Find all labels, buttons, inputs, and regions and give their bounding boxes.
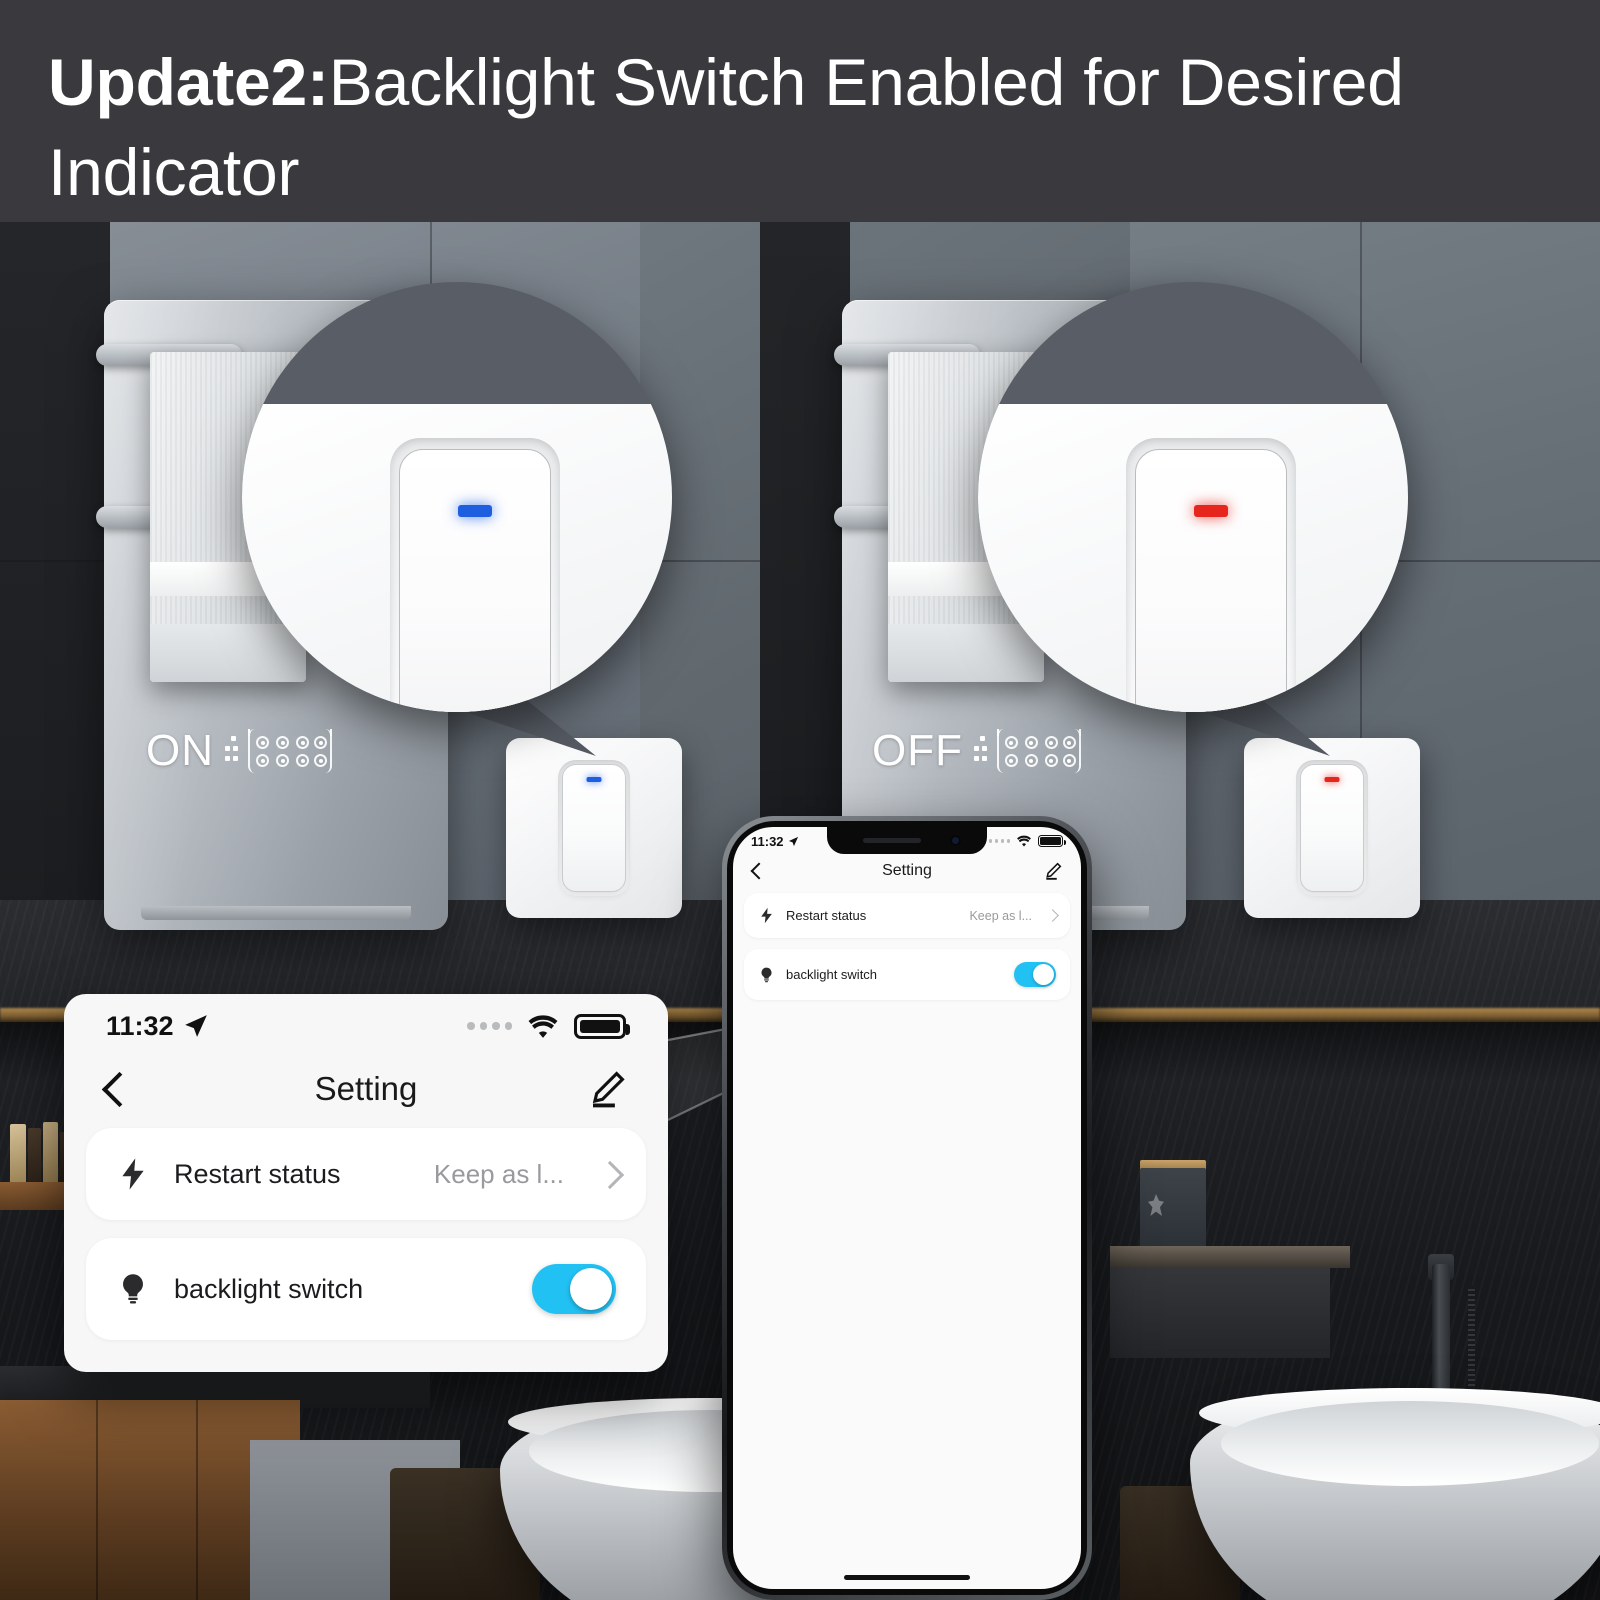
on-label-group: ON	[146, 726, 332, 776]
package-box	[1140, 1168, 1206, 1248]
edit-pencil-icon[interactable]	[1043, 861, 1063, 881]
bulb-icon	[761, 967, 772, 982]
tick-dots-icon	[973, 734, 987, 768]
phone-mockup: 11:32 Setting Restart status Keep as l..…	[722, 816, 1092, 1600]
indicator-dot-grid-icon	[248, 729, 332, 773]
page-title: Setting	[882, 862, 932, 879]
signal-dots-icon	[988, 839, 1010, 843]
phone-screen[interactable]: 11:32 Setting Restart status Keep as l..…	[733, 827, 1081, 1589]
bolt-icon	[761, 907, 772, 924]
right-shelf-underside	[1110, 1268, 1330, 1358]
row-value: Keep as l...	[433, 1158, 564, 1189]
front-camera-icon	[950, 835, 961, 846]
right-shelf	[1110, 1246, 1350, 1268]
signal-dots-icon	[467, 1022, 512, 1030]
back-button[interactable]	[104, 1070, 126, 1108]
chevron-right-icon	[1048, 909, 1056, 922]
row-backlight-switch[interactable]: backlight switch	[744, 949, 1070, 1000]
edit-pencil-icon[interactable]	[586, 1068, 628, 1110]
magnifier-left	[242, 282, 672, 712]
location-arrow-icon	[184, 1015, 207, 1037]
status-time: 11:32	[106, 1010, 174, 1041]
header-banner: Update2:Backlight Switch Enabled for Des…	[0, 0, 1600, 222]
headline-bold: Update2:	[48, 45, 329, 119]
phone-nav-bar: Setting	[733, 855, 1081, 893]
bathtub-right	[1190, 1388, 1600, 1600]
backlight-switch-card[interactable]: backlight switch	[744, 949, 1070, 1000]
row-label: Restart status	[174, 1158, 341, 1189]
zoomed-status-bar: 11:32	[64, 994, 668, 1058]
on-label: ON	[146, 726, 214, 775]
row-restart-status[interactable]: Restart status Keep as l...	[744, 893, 1070, 938]
wall-switch-plate-right[interactable]	[1244, 738, 1420, 918]
backlight-switch-card[interactable]: backlight switch	[86, 1238, 646, 1340]
row-label: backlight switch	[174, 1273, 364, 1304]
wifi-icon	[1017, 835, 1031, 847]
led-indicator-red	[1324, 777, 1340, 782]
row-restart-status[interactable]: Restart status Keep as l...	[86, 1128, 646, 1220]
phone-notch	[827, 827, 987, 854]
magnified-led-red	[1194, 505, 1228, 517]
page-title: Setting	[314, 1070, 418, 1107]
led-indicator-blue	[586, 777, 602, 782]
backlight-toggle[interactable]	[532, 1264, 616, 1314]
battery-icon	[574, 1013, 630, 1039]
magnified-led-blue	[458, 505, 492, 517]
off-label: OFF	[872, 726, 963, 775]
zoomed-nav-bar: Setting	[64, 1058, 668, 1128]
row-label: Restart status	[786, 908, 867, 923]
bolt-icon	[122, 1158, 144, 1190]
faucet-hose	[1468, 1286, 1475, 1398]
battery-icon	[1038, 835, 1066, 847]
tick-dots-icon	[224, 734, 238, 768]
wall-tile-dark-left	[0, 220, 110, 920]
off-label-group: OFF	[872, 726, 1081, 776]
status-time: 11:32	[751, 833, 784, 849]
location-arrow-icon	[788, 836, 798, 846]
home-indicator	[844, 1575, 970, 1580]
restart-status-card[interactable]: Restart status Keep as l...	[744, 893, 1070, 938]
earpiece-speaker-icon	[863, 838, 921, 843]
wifi-icon	[528, 1014, 558, 1038]
bulb-icon	[123, 1274, 143, 1304]
back-button[interactable]	[751, 862, 762, 880]
indicator-dot-grid-icon	[996, 729, 1081, 773]
magnifier-right	[978, 282, 1408, 712]
row-value: Keep as l...	[969, 908, 1032, 923]
restart-status-card[interactable]: Restart status Keep as l...	[86, 1128, 646, 1220]
faucet-body	[1432, 1264, 1450, 1394]
wall-tile-dark-mid	[760, 220, 850, 920]
towel-warmer-left-foot	[141, 906, 411, 920]
backlight-toggle[interactable]	[1014, 962, 1056, 987]
chevron-right-icon	[600, 1161, 616, 1188]
zoomed-app-panel: 11:32 Setting Restart status Keep as l..…	[64, 994, 668, 1372]
wall-switch-plate-left[interactable]	[506, 738, 682, 918]
row-label: backlight switch	[786, 967, 878, 982]
page-headline: Update2:Backlight Switch Enabled for Des…	[0, 0, 1600, 218]
row-backlight-switch[interactable]: backlight switch	[86, 1238, 646, 1340]
